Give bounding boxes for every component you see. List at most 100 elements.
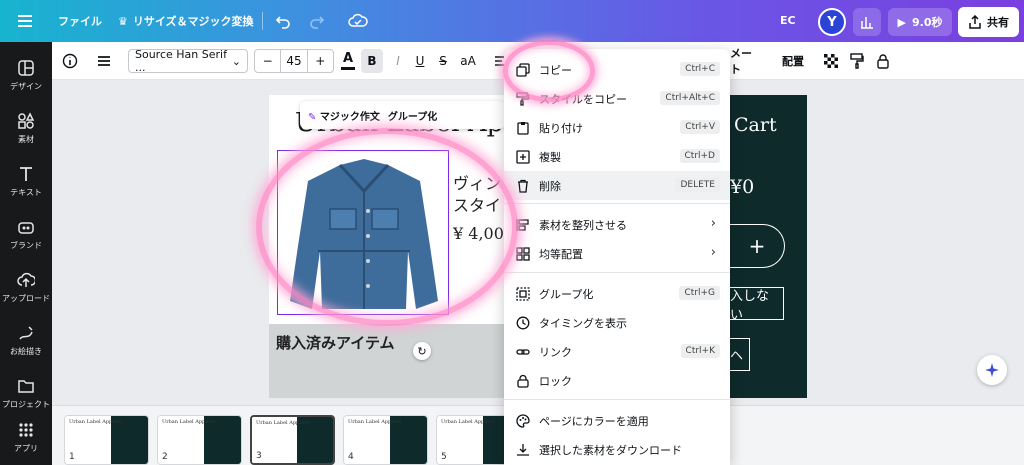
file-menu-button[interactable]: ファイル: [58, 13, 102, 29]
page-thumbnail[interactable]: Urban Label Apparel 1: [64, 415, 149, 465]
lines-icon: [98, 56, 110, 66]
avatar[interactable]: Y: [818, 8, 846, 36]
info-button[interactable]: [60, 49, 80, 73]
play-duration: 9.0秒: [911, 16, 943, 29]
shortcut-badge: Ctrl+V: [680, 120, 720, 134]
position-button[interactable]: 配置: [780, 49, 806, 73]
page-number: 2: [162, 452, 168, 462]
increase-size-button[interactable]: +: [308, 54, 333, 68]
menu-item-download-selected[interactable]: 選択した素材をダウンロード: [504, 435, 730, 464]
menu-item-lock[interactable]: ロック: [504, 366, 730, 395]
menu-item-label: 素材を整列させる: [539, 218, 627, 232]
apps-icon: [19, 422, 33, 437]
purchased-items-heading[interactable]: 購入済みアイテム: [276, 332, 395, 353]
strikethrough-button[interactable]: S: [433, 49, 453, 73]
shortcut-badge: Ctrl+G: [679, 286, 720, 300]
menu-icon[interactable]: [14, 12, 36, 30]
left-sidebar: デザイン 素材 テキスト ブランド アップロード お絵描き プロジェクト アプリ: [0, 42, 52, 465]
text-icon: [20, 166, 32, 181]
insights-button[interactable]: [853, 8, 881, 36]
rotate-handle[interactable]: ↻: [413, 342, 431, 360]
lock-button[interactable]: [874, 49, 892, 73]
lock-icon: [517, 374, 529, 388]
transparency-button[interactable]: [822, 49, 840, 73]
underline-icon: U: [415, 54, 425, 68]
cloud-save-button[interactable]: [346, 10, 370, 32]
redo-button[interactable]: [306, 10, 328, 32]
menu-item-label: タイミングを表示: [539, 316, 627, 330]
cart-total[interactable]: ¥0: [730, 176, 754, 198]
trash-icon: [518, 179, 528, 193]
italic-icon: I: [396, 54, 400, 68]
font-size-stepper[interactable]: − 45 +: [254, 49, 334, 73]
decrease-size-button[interactable]: −: [255, 54, 280, 68]
line-spacing-button[interactable]: [94, 49, 114, 73]
menu-item-align[interactable]: 素材を整列させる ›: [504, 210, 730, 239]
sidebar-label: お絵描き: [10, 346, 42, 356]
bold-button[interactable]: B: [361, 49, 383, 73]
cart-add-button[interactable]: +: [730, 224, 785, 268]
underline-button[interactable]: U: [410, 49, 430, 73]
share-button[interactable]: 共有: [958, 7, 1019, 37]
sidebar-item-design[interactable]: デザイン: [0, 50, 52, 100]
share-icon: [969, 15, 981, 29]
font-family-select[interactable]: Source Han Serif ... ⌄: [128, 48, 248, 74]
shortcut-badge: Ctrl+C: [680, 62, 720, 76]
menu-item-label: ページにカラーを適用: [539, 414, 649, 428]
sidebar-item-brand[interactable]: ブランド: [0, 209, 52, 259]
link-icon: [516, 348, 530, 355]
sidebar-item-text[interactable]: テキスト: [0, 156, 52, 206]
case-button[interactable]: aA: [456, 49, 480, 73]
shortcut-badge: DELETE: [675, 178, 720, 192]
copy-style-button[interactable]: [848, 49, 866, 73]
magic-edit-button[interactable]: ✎ マジック作文: [308, 108, 380, 123]
cart-title[interactable]: Cart: [734, 114, 777, 136]
undo-button[interactable]: [272, 10, 294, 32]
page-number: 1: [69, 452, 75, 462]
cart-third-button[interactable]: ヘ: [730, 338, 750, 371]
text-color-button[interactable]: A: [338, 49, 358, 73]
menu-item-paste[interactable]: 貼り付け Ctrl+V: [504, 113, 730, 142]
sidebar-item-draw[interactable]: お絵描き: [0, 315, 52, 365]
cloud-icon: [348, 13, 368, 27]
thumb-title: Urban Label Apparel: [256, 420, 310, 426]
menu-item-duplicate[interactable]: 複製 Ctrl+D: [504, 142, 730, 171]
cart-no-purchase-button[interactable]: 入しない: [730, 287, 784, 323]
chevron-down-icon: ⌄: [231, 54, 241, 68]
menu-item-label: グループ化: [539, 287, 594, 301]
present-button[interactable]: ▶ 9.0秒: [888, 8, 952, 36]
menu-item-delete[interactable]: 削除 DELETE: [504, 171, 730, 200]
menu-item-apply-page-color[interactable]: ページにカラーを適用: [504, 406, 730, 435]
magic-assistant-button[interactable]: [977, 355, 1007, 385]
page-thumbnail[interactable]: Urban Label Apparel 2: [157, 415, 242, 465]
clock-icon: [516, 316, 530, 329]
paste-icon: [517, 121, 529, 135]
menu-item-link[interactable]: リンク Ctrl+K: [504, 337, 730, 366]
font-size-value[interactable]: 45: [280, 50, 308, 72]
sidebar-item-elements[interactable]: 素材: [0, 103, 52, 153]
lock-icon: [877, 54, 889, 69]
bar-chart-icon: [861, 17, 873, 29]
menu-item-label: 複製: [539, 150, 561, 164]
sidebar-item-projects[interactable]: プロジェクト: [0, 368, 52, 418]
thumb-title: Urban Label Apparel: [162, 419, 216, 425]
animate-button[interactable]: メート: [730, 47, 762, 76]
menu-divider: [504, 399, 730, 400]
menu-item-label: 貼り付け: [539, 121, 583, 135]
page-thumbnail-active[interactable]: Urban Label Apparel 3: [250, 415, 335, 465]
highlight-circle-selection: [256, 128, 518, 326]
menu-item-group[interactable]: グループ化 Ctrl+G: [504, 279, 730, 308]
sparkle-icon: [985, 363, 999, 377]
group-button[interactable]: グループ化: [388, 108, 437, 123]
menu-item-distribute[interactable]: 均等配置 ›: [504, 239, 730, 268]
menu-item-timing[interactable]: タイミングを表示: [504, 308, 730, 337]
sidebar-item-apps[interactable]: アプリ: [0, 412, 52, 462]
italic-button[interactable]: I: [388, 49, 408, 73]
sidebar-label: デザイン: [10, 81, 42, 91]
ec-label[interactable]: EC: [780, 14, 796, 27]
resize-button[interactable]: ♛ リサイズ＆マジック変換: [118, 13, 254, 29]
sidebar-item-upload[interactable]: アップロード: [0, 262, 52, 312]
context-menu: コピー Ctrl+C スタイルをコピー Ctrl+Alt+C 貼り付け Ctrl…: [504, 49, 730, 465]
page-thumbnail[interactable]: Urban Label Apparel 4: [343, 415, 428, 465]
sidebar-label: アップロード: [2, 293, 50, 303]
